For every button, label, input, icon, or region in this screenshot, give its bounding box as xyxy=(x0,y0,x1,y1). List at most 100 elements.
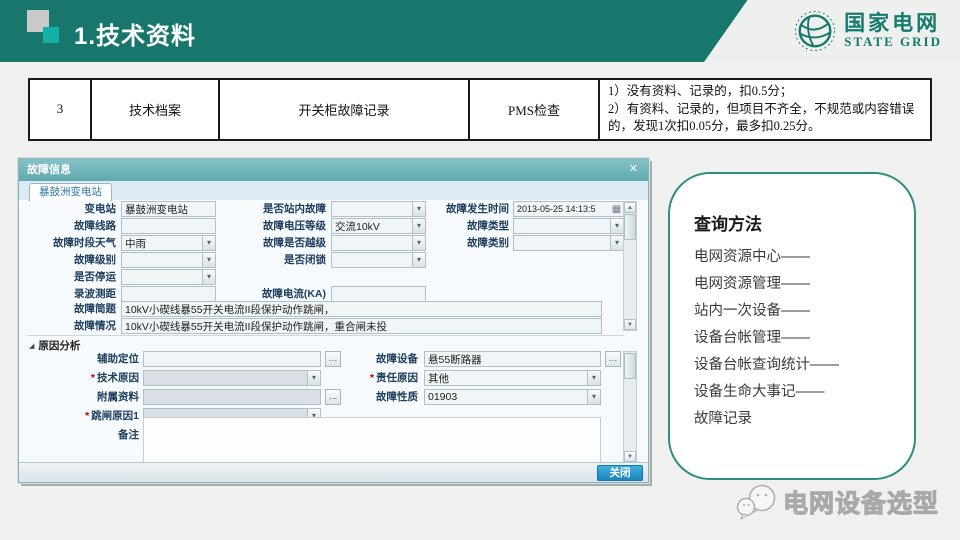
criteria-line2: 2）有资料、记录的，但项目不齐全，不规范或内容错误的，发现1次扣0.05分，最多… xyxy=(608,101,922,136)
collapse-icon[interactable]: ◢ xyxy=(29,343,34,350)
device-field[interactable]: 悬55断路器 xyxy=(424,351,601,367)
aux-locate-field[interactable] xyxy=(143,351,321,367)
required-marker: * xyxy=(85,410,89,422)
cell-criteria: 1）没有资料、记录的，扣0.5分； 2）有资料、记录的，但项目不齐全，不规范或内… xyxy=(599,79,931,140)
occur-time-field[interactable]: 2013-05-25 14:13:5▦ xyxy=(513,201,624,217)
page-title: 1.技术资料 xyxy=(74,16,196,51)
form-scrollbar-lower[interactable]: ▼ xyxy=(623,351,637,463)
chevron-down-icon[interactable]: ▾ xyxy=(610,219,623,233)
fault-info-dialog: 故障信息 ✕ 暴鼓洲变电站 变电站 暴鼓洲变电站 是否站内故障 ▾ 故障发生时间… xyxy=(18,158,649,483)
calendar-icon[interactable]: ▦ xyxy=(610,204,623,215)
panel-item: 站内一次设备—— xyxy=(694,298,894,325)
panel-item: 设备台帐管理—— xyxy=(694,325,894,352)
cell-category: 技术档案 xyxy=(91,79,219,140)
label-duty-cause: *责任原因 xyxy=(333,370,418,386)
chevron-down-icon[interactable]: ▾ xyxy=(307,371,320,385)
label-trip-cause1: *跳闸原因1 xyxy=(27,408,139,424)
panel-item: 设备台帐查询统计—— xyxy=(694,352,894,379)
panel-item: 电网资源中心—— xyxy=(694,244,894,271)
wave-distance-field[interactable] xyxy=(121,286,216,302)
label-in-station: 是否站内故障 xyxy=(217,201,326,217)
panel-item: 故障记录 xyxy=(694,406,894,433)
label-nature: 故障性质 xyxy=(333,389,418,405)
label-fault-category: 故障类别 xyxy=(429,235,509,251)
fault-line-field[interactable] xyxy=(121,218,216,234)
watermark-text: 电网设备选型 xyxy=(783,484,939,520)
label-aux-locate: 辅助定位 xyxy=(27,351,139,367)
fault-current-field[interactable] xyxy=(331,286,426,302)
criteria-line1: 1）没有资料、记录的，扣0.5分； xyxy=(608,83,922,101)
dialog-tabstrip: 暴鼓洲变电站 xyxy=(19,181,648,201)
chevron-down-icon[interactable]: ▾ xyxy=(202,253,215,267)
chevron-down-icon[interactable]: ▾ xyxy=(412,253,425,267)
label-fault-type: 故障类型 xyxy=(429,218,509,234)
label-occur-time: 故障发生时间 xyxy=(429,201,509,217)
label-brief: 故障简题 xyxy=(27,301,116,317)
scroll-down-icon[interactable]: ▼ xyxy=(624,451,636,462)
label-tech-cause: *技术原因 xyxy=(27,370,139,386)
required-marker: * xyxy=(91,372,95,384)
duty-cause-dropdown[interactable]: 其他▾ xyxy=(424,370,601,386)
label-wave-distance: 录波测距 xyxy=(27,286,116,302)
close-button[interactable]: 关闭 xyxy=(597,465,643,481)
dialog-form: 变电站 暴鼓洲变电站 是否站内故障 ▾ 故障发生时间 2013-05-25 14… xyxy=(27,201,642,484)
panel-title: 查询方法 xyxy=(694,210,894,235)
tab-substation[interactable]: 暴鼓洲变电站 xyxy=(29,183,112,201)
label-substation: 变电站 xyxy=(27,201,116,217)
situation-field[interactable]: 10kV小碶线暴55开关电流II段保护动作跳闸，重合闸未投 xyxy=(121,318,602,334)
close-icon[interactable]: ✕ xyxy=(626,162,641,177)
label-weather: 故障时段天气 xyxy=(27,235,116,251)
scroll-down-icon[interactable]: ▼ xyxy=(624,319,636,330)
attach-field[interactable] xyxy=(143,389,321,405)
substation-field[interactable]: 暴鼓洲变电站 xyxy=(121,201,216,217)
slide-header: 1.技术资料 国家电网 STATE GRID xyxy=(0,0,960,62)
fault-level-dropdown[interactable]: ▾ xyxy=(121,252,216,268)
table-row: 3 技术档案 开关柜故障记录 PMS检查 1）没有资料、记录的，扣0.5分； 2… xyxy=(29,79,931,140)
chevron-down-icon[interactable]: ▾ xyxy=(202,270,215,284)
logo-text: 国家电网 STATE GRID xyxy=(844,13,942,49)
fault-category-dropdown[interactable]: ▾ xyxy=(513,235,624,251)
chat-bubbles-icon xyxy=(735,483,781,521)
over-level-dropdown[interactable]: ▾ xyxy=(331,235,426,251)
slide: 1.技术资料 国家电网 STATE GRID 3 技术档案 开关柜故障记录 PM… xyxy=(0,0,960,540)
brief-field[interactable]: 10kV小碶线暴55开关电流II段保护动作跳闸， xyxy=(121,301,602,317)
voltage-dropdown[interactable]: 交流10kV▾ xyxy=(331,218,426,234)
in-station-dropdown[interactable]: ▾ xyxy=(331,201,426,217)
fault-type-dropdown[interactable]: ▾ xyxy=(513,218,624,234)
chevron-down-icon[interactable]: ▾ xyxy=(202,236,215,250)
cell-number: 3 xyxy=(29,79,91,140)
label-remark: 备注 xyxy=(27,427,139,443)
label-voltage: 故障电压等级 xyxy=(217,218,326,234)
chevron-down-icon[interactable]: ▾ xyxy=(610,236,623,250)
out-of-service-dropdown[interactable]: ▾ xyxy=(121,269,216,285)
locked-dropdown[interactable]: ▾ xyxy=(331,252,426,268)
label-out-of-service: 是否停运 xyxy=(27,269,116,285)
cell-item: 开关柜故障记录 xyxy=(219,79,469,140)
chevron-down-icon[interactable]: ▾ xyxy=(412,202,425,216)
dialog-titlebar[interactable]: 故障信息 ✕ xyxy=(19,159,648,181)
required-marker: * xyxy=(370,372,374,384)
chevron-down-icon[interactable]: ▾ xyxy=(412,236,425,250)
nature-dropdown[interactable]: 01903▾ xyxy=(424,389,601,405)
dialog-footer: 关闭 xyxy=(19,462,648,482)
logo-en: STATE GRID xyxy=(844,35,942,49)
tech-cause-dropdown[interactable]: ▾ xyxy=(143,370,321,386)
remark-textarea[interactable] xyxy=(143,417,601,463)
browse-icon[interactable]: … xyxy=(605,351,621,367)
form-scrollbar-upper[interactable]: ▲ ▼ xyxy=(623,201,637,331)
chevron-down-icon[interactable]: ▾ xyxy=(412,219,425,233)
scrollbar-thumb[interactable] xyxy=(624,353,636,379)
scroll-up-icon[interactable]: ▲ xyxy=(624,202,636,213)
weather-dropdown[interactable]: 中雨▾ xyxy=(121,235,216,251)
criteria-table: 3 技术档案 开关柜故障记录 PMS检查 1）没有资料、记录的，扣0.5分； 2… xyxy=(28,78,932,141)
chevron-down-icon[interactable]: ▾ xyxy=(587,371,600,385)
cell-method: PMS检查 xyxy=(469,79,599,140)
scrollbar-thumb[interactable] xyxy=(624,214,636,240)
panel-item: 设备生命大事记—— xyxy=(694,379,894,406)
dialog-title: 故障信息 xyxy=(27,164,71,176)
label-locked: 是否闭锁 xyxy=(217,252,326,268)
panel-item: 电网资源管理—— xyxy=(694,271,894,298)
chevron-down-icon[interactable]: ▾ xyxy=(587,390,600,404)
label-over-level: 故障是否越级 xyxy=(217,235,326,251)
label-fault-line: 故障线路 xyxy=(27,218,116,234)
